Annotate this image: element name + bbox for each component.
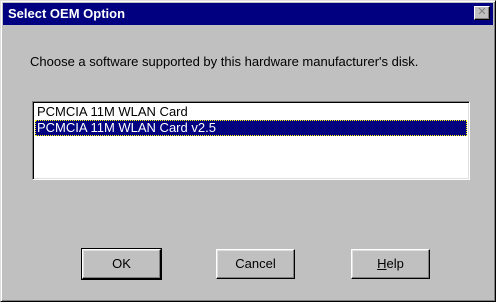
list-item-selected[interactable]: PCMCIA 11M WLAN Card v2.5 [35,120,467,136]
ok-button[interactable]: OK [81,248,162,280]
close-icon: ✕ [477,6,487,18]
window-title: Select OEM Option [8,6,126,21]
help-button[interactable]: Help [351,249,430,279]
list-item[interactable]: PCMCIA 11M WLAN Card [35,104,467,120]
prompt-text: Choose a software supported by this hard… [30,54,419,69]
select-oem-option-dialog: Select OEM Option ✕ Choose a software su… [0,0,496,302]
cancel-button[interactable]: Cancel [216,249,295,279]
close-button[interactable]: ✕ [474,6,490,20]
help-accelerator: H [377,256,387,271]
oem-option-listbox[interactable]: PCMCIA 11M WLAN Card PCMCIA 11M WLAN Car… [32,101,470,180]
help-label: elp [386,256,404,271]
title-bar[interactable]: Select OEM Option ✕ [3,3,493,25]
